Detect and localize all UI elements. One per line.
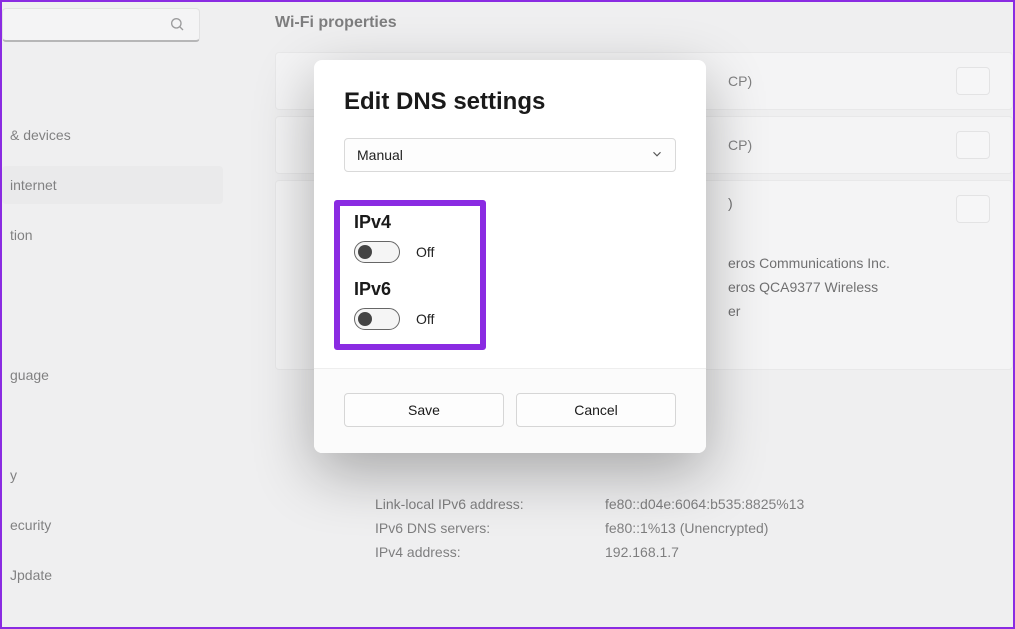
chevron-down-icon — [650, 147, 664, 161]
ipv4-label: IPv4 — [354, 212, 466, 233]
dialog-footer: Save Cancel — [314, 368, 706, 453]
cancel-button[interactable]: Cancel — [516, 393, 676, 427]
ipv6-label: IPv6 — [354, 279, 466, 300]
edit-dns-dialog: Edit DNS settings Manual IPv4 Off — [314, 60, 706, 453]
dialog-title: Edit DNS settings — [344, 88, 676, 116]
ipv6-toggle[interactable] — [354, 308, 400, 330]
ipv4-group: IPv4 Off — [354, 212, 466, 263]
ipv4-state: Off — [416, 244, 434, 260]
save-button[interactable]: Save — [344, 393, 504, 427]
dns-mode-select[interactable]: Manual — [344, 138, 676, 172]
ipv6-group: IPv6 Off — [354, 279, 466, 330]
select-value: Manual — [344, 138, 676, 172]
ipv4-toggle[interactable] — [354, 241, 400, 263]
toggle-knob — [358, 312, 372, 326]
toggle-knob — [358, 245, 372, 259]
ipv6-state: Off — [416, 311, 434, 327]
annotation-highlight: IPv4 Off IPv6 Off — [334, 200, 486, 350]
